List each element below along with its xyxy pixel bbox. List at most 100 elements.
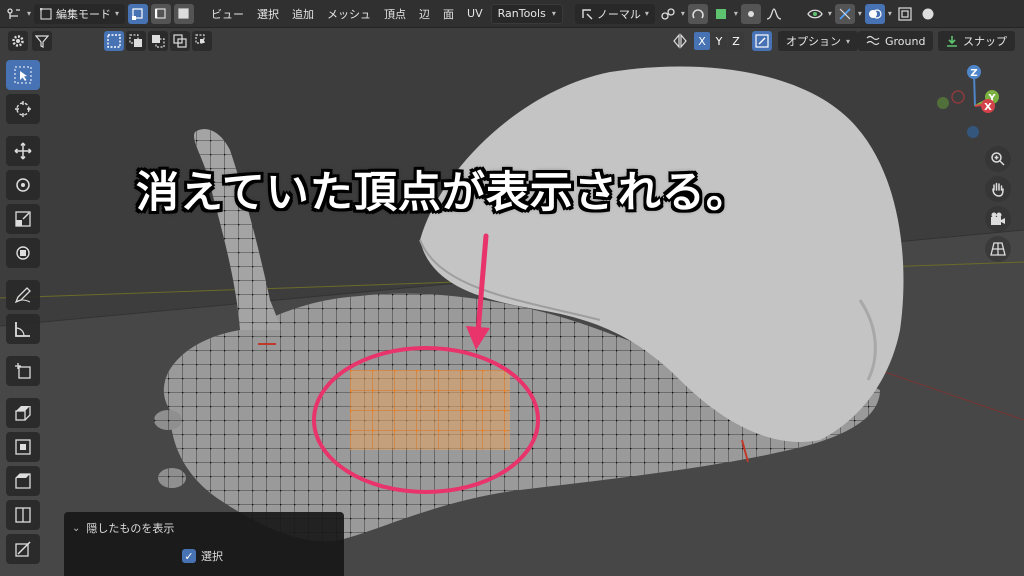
add-cube-tool[interactable]: [6, 356, 40, 386]
falloff-curve-icon[interactable]: [764, 4, 784, 24]
chevron-down-icon: ▾: [827, 9, 832, 18]
add-cube-icon: [15, 363, 31, 379]
ground-button[interactable]: Ground: [858, 31, 934, 51]
mode-label: 編集モード: [56, 7, 112, 21]
filter-icon[interactable]: [32, 31, 52, 51]
navigation-gizmo: Z Y X: [930, 62, 1020, 262]
chevron-down-icon: ⌄: [72, 522, 81, 534]
menu-mesh[interactable]: メッシュ: [322, 4, 376, 24]
menu-select[interactable]: 選択: [252, 4, 284, 24]
overlay-toggle-icon[interactable]: [864, 3, 885, 24]
bevel-icon: [15, 473, 31, 489]
chevron-down-icon: ▾: [733, 9, 738, 18]
snap-button[interactable]: スナップ: [938, 31, 1015, 51]
snap-toggle-icon[interactable]: [687, 3, 708, 24]
face-select-button[interactable]: [174, 3, 195, 24]
perspective-grid-icon[interactable]: [985, 236, 1011, 262]
pivot-point-icon[interactable]: [658, 4, 678, 24]
inset-tool[interactable]: [6, 432, 40, 462]
menu-edge[interactable]: 辺: [414, 4, 435, 24]
proportional-edit-icon[interactable]: [740, 3, 761, 24]
crosshair-icon: [15, 101, 31, 117]
snap-element-icon[interactable]: [711, 4, 731, 24]
camera-icon[interactable]: [985, 206, 1011, 232]
cursor-tool[interactable]: [6, 94, 40, 124]
select-box-tool[interactable]: [6, 60, 40, 90]
bevel-tool[interactable]: [6, 466, 40, 496]
scale-icon: [15, 211, 31, 227]
chevron-down-icon: ▾: [27, 9, 32, 18]
menu-vertex[interactable]: 頂点: [379, 4, 411, 24]
annotate-tool[interactable]: [6, 280, 40, 310]
measure-tool[interactable]: [6, 314, 40, 344]
menu-add[interactable]: 追加: [287, 4, 319, 24]
scale-tool[interactable]: [6, 204, 40, 234]
knife-tool[interactable]: [6, 534, 40, 564]
inset-icon: [15, 439, 31, 455]
chevron-down-icon: ▾: [115, 9, 120, 18]
select-checkbox[interactable]: ✓: [182, 549, 196, 563]
mirror-z-button[interactable]: Z: [728, 32, 744, 50]
mirror-y-button[interactable]: Y: [711, 32, 727, 50]
mode-select[interactable]: 編集モード ▾: [34, 3, 126, 24]
transform-tool[interactable]: [6, 238, 40, 268]
menu-view[interactable]: ビュー: [206, 4, 249, 24]
visibility-icon[interactable]: [805, 4, 825, 24]
pan-hand-icon[interactable]: [985, 176, 1011, 202]
knife-icon: [15, 541, 31, 557]
select-extend-icon[interactable]: [126, 31, 146, 51]
mirror-x-button[interactable]: X: [694, 32, 710, 50]
transform-orientation-select[interactable]: ノーマル ▾: [574, 3, 655, 24]
orientation-label: ノーマル: [596, 7, 641, 21]
operator-panel-header[interactable]: ⌄ 隠したものを表示: [72, 520, 174, 536]
zoom-icon[interactable]: [985, 146, 1011, 172]
ground-label: Ground: [885, 34, 926, 48]
rantools-label: RanTools: [497, 7, 546, 20]
rotate-icon: [16, 178, 30, 192]
solid-shading-icon[interactable]: [918, 4, 938, 24]
chevron-down-icon: ▾: [680, 9, 685, 18]
xray-toggle-icon[interactable]: [895, 4, 915, 24]
menu-uv[interactable]: UV: [462, 4, 488, 24]
settings-gear-icon[interactable]: [8, 31, 28, 51]
chevron-down-icon: ▾: [887, 9, 892, 18]
gizmo-z-label: Z: [970, 68, 977, 79]
loop-cut-icon: [15, 507, 31, 523]
select-new-icon[interactable]: [104, 31, 124, 51]
editor-type-icon[interactable]: [4, 4, 24, 24]
snap-label: スナップ: [963, 35, 1007, 48]
chevron-down-icon: ▾: [846, 36, 851, 46]
options-dropdown[interactable]: オプション ▾: [778, 31, 859, 51]
operator-title: 隠したものを表示: [86, 522, 175, 535]
chevron-down-icon: ▾: [551, 9, 556, 18]
cursor-arrow-icon: [14, 66, 32, 84]
rotate-tool[interactable]: [6, 170, 40, 200]
edge-select-button[interactable]: [151, 3, 172, 24]
tool-shelf: [6, 60, 46, 564]
vertex-select-button[interactable]: [128, 3, 149, 24]
header-bar: ▾ 編集モード ▾ ビュー 選択 追加 メッシュ 頂点 辺 面 UV RanTo…: [0, 0, 1024, 28]
options-label: オプション: [786, 35, 841, 48]
auto-merge-icon[interactable]: [752, 31, 772, 51]
ground-wave-icon: [866, 35, 880, 46]
select-checkbox-label: 選択: [201, 550, 223, 563]
rantools-menu[interactable]: RanTools ▾: [490, 3, 563, 24]
loop-cut-tool[interactable]: [6, 500, 40, 530]
menu-face[interactable]: 面: [438, 4, 459, 24]
transform-icon: [16, 246, 30, 260]
tool-header: X Y Z オプション ▾ Ground スナップ: [0, 28, 1024, 54]
select-intersect-icon[interactable]: [192, 31, 212, 51]
move-tool[interactable]: [6, 136, 40, 166]
mirror-icon[interactable]: [672, 33, 688, 52]
blender-window: ▾ 編集モード ▾ ビュー 選択 追加 メッシュ 頂点 辺 面 UV RanTo…: [0, 0, 1024, 576]
chevron-down-icon: ▾: [644, 9, 649, 18]
select-checkbox-row[interactable]: ✓ 選択: [182, 548, 223, 564]
last-operator-panel: ⌄ 隠したものを表示 ✓ 選択: [64, 512, 344, 576]
select-subtract-icon[interactable]: [148, 31, 168, 51]
extrude-tool[interactable]: [6, 398, 40, 428]
axis-gizmo[interactable]: Z Y X: [930, 62, 1020, 152]
gizmo-toggle-icon[interactable]: [834, 3, 855, 24]
select-invert-icon[interactable]: [170, 31, 190, 51]
chevron-down-icon: ▾: [857, 9, 862, 18]
3d-viewport[interactable]: [0, 28, 1024, 576]
